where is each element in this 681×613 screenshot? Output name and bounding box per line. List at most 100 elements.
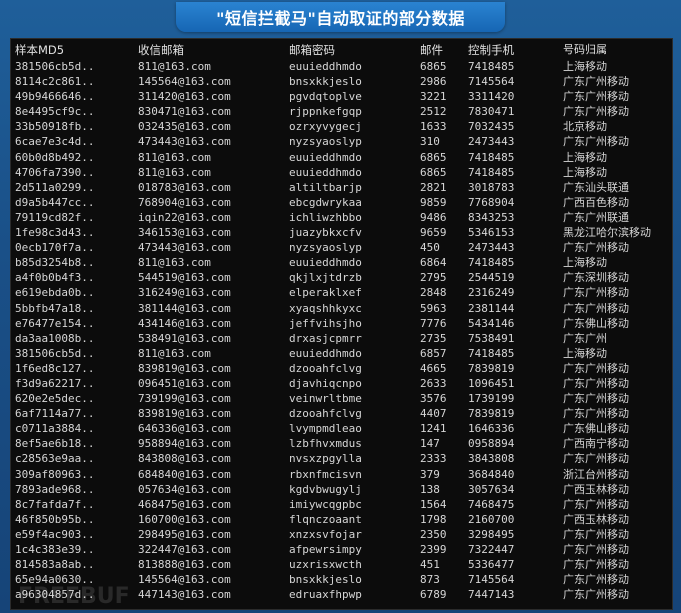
cell-md5: 6cae7e3c4d.. [15, 135, 95, 149]
cell-password: djavhiqcnpo [289, 376, 362, 390]
table-row: 381506cb5d.. 811@163.com euuieddhmdo 6857 74… [11, 346, 672, 361]
cell-password: bnsxkkjeslo [289, 75, 362, 89]
table-row: 814583a8ab.. 813888@163.com uzxrisxwcth 451… [11, 557, 672, 572]
cell-mail-count: 147 [420, 437, 440, 451]
cell-control-phone: 5346153 [468, 226, 515, 240]
cell-email: 811@163.com [138, 346, 211, 360]
cell-email: 145564@163.com [138, 75, 231, 89]
cell-mail-count: 2512 [420, 105, 447, 119]
cell-control-phone: 3311420 [468, 90, 515, 104]
cell-md5: b85d3254b8.. [15, 256, 95, 270]
cell-mail-count: 873 [420, 573, 440, 587]
cell-mail-count: 2350 [420, 527, 447, 541]
table-row: 46f850b95b.. 160700@163.com flqnczoaant 179… [11, 512, 672, 527]
table-row: 8c7fafda7f.. 468475@163.com imiywcqgpbc 156… [11, 497, 672, 512]
cell-password: euuieddhmdo [289, 60, 362, 73]
cell-email: 316249@163.com [138, 286, 231, 300]
cell-control-phone: 8343253 [468, 210, 515, 224]
cell-mail-count: 6865 [420, 60, 447, 73]
cell-password: veinwrltbme [289, 392, 362, 406]
cell-md5: 1fe98c3d43.. [15, 226, 95, 240]
cell-control-phone: 7418485 [468, 346, 515, 360]
cell-email: 447143@163.com [138, 588, 231, 602]
cell-mail-count: 2795 [420, 271, 447, 285]
cell-md5: 79119cd82f.. [15, 210, 95, 224]
cell-control-phone: 7830471 [468, 105, 515, 119]
cell-mail-count: 2848 [420, 286, 447, 300]
cell-email: 311420@163.com [138, 90, 231, 104]
cell-email: 839819@163.com [138, 361, 231, 375]
cell-location: 广东广州移动 [563, 105, 629, 119]
cell-email: 473443@163.com [138, 241, 231, 255]
cell-control-phone: 7032435 [468, 120, 515, 134]
cell-control-phone: 3018783 [468, 180, 515, 194]
cell-email: 839819@163.com [138, 407, 231, 421]
cell-control-phone: 7145564 [468, 573, 515, 587]
cell-email: 057634@163.com [138, 482, 231, 496]
cell-email: 811@163.com [138, 150, 211, 164]
cell-email: 811@163.com [138, 165, 211, 179]
cell-md5: c0711a3884.. [15, 422, 95, 436]
cell-email: 843808@163.com [138, 452, 231, 466]
cell-location: 广东广州 [563, 331, 607, 345]
cell-password: ebcgdwrykaa [289, 195, 362, 209]
table-row: 309af80963.. 684840@163.com rbxnfmcisvn 379… [11, 467, 672, 482]
cell-mail-count: 310 [420, 135, 440, 149]
cell-control-phone: 5336477 [468, 558, 515, 572]
cell-mail-count: 1241 [420, 422, 447, 436]
cell-location: 上海移动 [563, 346, 607, 360]
header-md5: 样本MD5 [15, 43, 65, 57]
cell-location: 广东广州移动 [563, 135, 629, 149]
cell-control-phone: 3298495 [468, 527, 515, 541]
table-row: e59f4ac903.. 298495@163.com xnzxsvfojar 235… [11, 527, 672, 542]
cell-control-phone: 1646336 [468, 422, 515, 436]
cell-password: qkjlxjtdrzb [289, 271, 362, 285]
cell-mail-count: 450 [420, 241, 440, 255]
cell-location: 广东广州移动 [563, 543, 629, 556]
cell-mail-count: 3221 [420, 90, 447, 104]
cell-password: nvsxzpgylla [289, 452, 362, 466]
cell-password: dzooahfclvg [289, 361, 362, 375]
cell-password: lzbfhvxmdus [289, 437, 362, 451]
cell-email: 381144@163.com [138, 301, 231, 315]
cell-password: xnzxsvfojar [289, 527, 362, 541]
cell-email: 473443@163.com [138, 135, 231, 149]
cell-mail-count: 6789 [420, 588, 447, 602]
cell-location: 广东广州移动 [563, 392, 629, 406]
cell-control-phone: 3684840 [468, 467, 515, 481]
cell-md5: 7893ade968.. [15, 482, 95, 496]
cell-email: 346153@163.com [138, 226, 231, 240]
cell-location: 广西南宁移动 [563, 437, 629, 451]
cell-control-phone: 5434146 [468, 316, 515, 330]
table-row: 6af7114a77.. 839819@163.com dzooahfclvg 440… [11, 406, 672, 421]
cell-mail-count: 379 [420, 467, 440, 481]
cell-mail-count: 138 [420, 482, 440, 496]
table-row: c28563e9aa.. 843808@163.com nvsxzpgylla 233… [11, 451, 672, 466]
cell-mail-count: 9859 [420, 195, 447, 209]
cell-control-phone: 7322447 [468, 543, 515, 556]
cell-location: 广东广州移动 [563, 75, 629, 89]
table-body: 381506cb5d.. 811@163.com euuieddhmdo 6865 74… [11, 59, 672, 602]
cell-control-phone: 0958894 [468, 437, 515, 451]
cell-md5: e619ebda0b.. [15, 286, 95, 300]
cell-email: 646336@163.com [138, 422, 231, 436]
cell-mail-count: 1798 [420, 512, 447, 526]
cell-location: 广东广州联通 [563, 210, 629, 224]
cell-mail-count: 2735 [420, 331, 447, 345]
cell-location: 浙江台州移动 [563, 467, 629, 481]
header-email: 收信邮箱 [138, 43, 184, 57]
table-row: 49b9466646.. 311420@163.com pgvdqtoplve 322… [11, 89, 672, 104]
cell-mail-count: 1633 [420, 120, 447, 134]
cell-location: 广西玉林移动 [563, 482, 629, 496]
cell-mail-count: 6864 [420, 256, 447, 270]
cell-md5: 620e2e5dec.. [15, 392, 95, 406]
cell-password: edruaxfhpwp [289, 588, 362, 602]
table-row: 1f6ed8c127.. 839819@163.com dzooahfclvg 466… [11, 361, 672, 376]
cell-location: 广东广州移动 [563, 497, 629, 511]
cell-control-phone: 7418485 [468, 256, 515, 270]
cell-md5: 2d511a0299.. [15, 180, 95, 194]
cell-email: 322447@163.com [138, 543, 231, 556]
cell-control-phone: 2381144 [468, 301, 515, 315]
cell-control-phone: 2473443 [468, 241, 515, 255]
cell-md5: 1c4c383e39.. [15, 543, 95, 556]
